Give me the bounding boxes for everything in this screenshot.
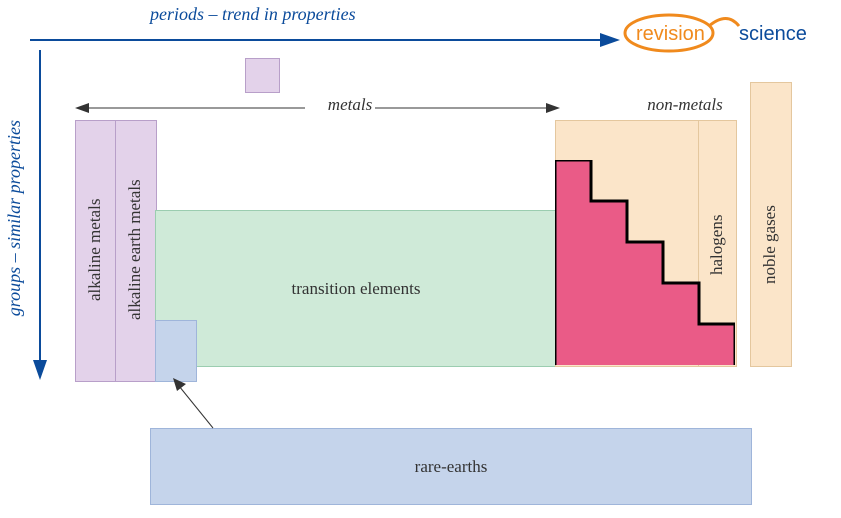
groups-axis-label: groups – similar properties xyxy=(4,120,25,316)
alkaline-metals-label: alkaline metals xyxy=(80,150,110,350)
periods-arrow-icon xyxy=(30,30,620,50)
alkaline-earth-metals-label: alkaline earth metals xyxy=(120,145,150,355)
rare-earth-connector-arrow-icon xyxy=(173,378,233,433)
transition-elements-block: transition elements xyxy=(155,210,557,367)
rare-earths-label: rare-earths xyxy=(415,457,488,477)
noble-gases-label: noble gases xyxy=(756,170,784,320)
transition-elements-label: transition elements xyxy=(292,279,421,299)
logo-left-text: revision xyxy=(636,23,705,45)
hydrogen-cell xyxy=(245,58,280,93)
logo-right-text: science xyxy=(739,23,807,45)
metalloid-block xyxy=(555,160,735,365)
rare-earths-block: rare-earths xyxy=(150,428,752,505)
revision-science-logo: revision science xyxy=(621,8,831,58)
groups-arrow-icon xyxy=(30,50,50,380)
rare-earth-notch xyxy=(155,320,197,382)
metals-header: metals xyxy=(315,95,385,115)
periods-axis-label: periods – trend in properties xyxy=(150,4,356,25)
nonmetals-header: non-metals xyxy=(630,95,740,115)
